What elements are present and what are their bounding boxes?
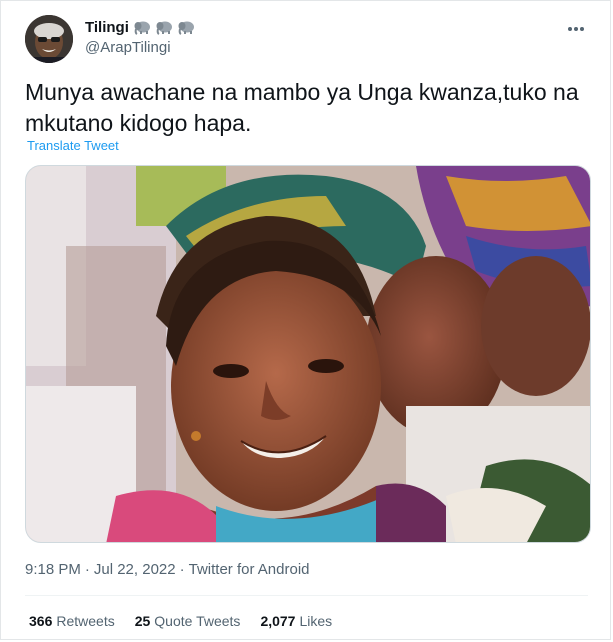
tweet-photo[interactable] (25, 165, 591, 543)
stat-count: 366 (29, 613, 53, 629)
author-names: Tilingi @ArapTilingi (85, 17, 195, 56)
elephant-emoji-icon (134, 20, 151, 35)
elephant-emoji-icon (178, 20, 195, 35)
meta-separator: · (84, 561, 90, 578)
likes-stat[interactable]: 2,077 Likes (260, 613, 332, 629)
tweet-meta: 9:18 PM · Jul 22, 2022 · Twitter for And… (25, 561, 310, 578)
stat-label: Quote Tweets (154, 613, 241, 629)
quote-tweets-stat[interactable]: 25 Quote Tweets (135, 613, 241, 629)
display-name[interactable]: Tilingi (85, 19, 129, 36)
tweet-text: Munya awachane na mambo ya Unga kwanza,t… (25, 79, 579, 136)
tweet-time[interactable]: 9:18 PM (25, 561, 81, 578)
elephant-emoji-icon (156, 20, 173, 35)
retweets-stat[interactable]: 366 Retweets (29, 613, 115, 629)
meta-separator: · (179, 561, 185, 578)
stat-count: 2,077 (260, 613, 296, 629)
tweet-date[interactable]: Jul 22, 2022 (94, 561, 176, 578)
tweet-header: Tilingi @ArapTilingi (25, 15, 594, 65)
user-handle[interactable]: @ArapTilingi (85, 39, 195, 56)
translate-tweet-link[interactable]: Translate Tweet (27, 138, 119, 153)
stat-label: Likes (299, 613, 333, 629)
stat-count: 25 (134, 613, 151, 629)
tweet-source[interactable]: Twitter for Android (189, 561, 310, 578)
more-horizontal-icon[interactable] (564, 19, 588, 39)
avatar[interactable] (25, 15, 73, 63)
stat-label: Retweets (56, 613, 115, 629)
tweet-stats: 366 Retweets 25 Quote Tweets 2,077 Likes (29, 613, 332, 629)
divider (25, 595, 588, 596)
tweet-card: Tilingi @ArapTilingi Munya awachane na m… (0, 0, 611, 640)
